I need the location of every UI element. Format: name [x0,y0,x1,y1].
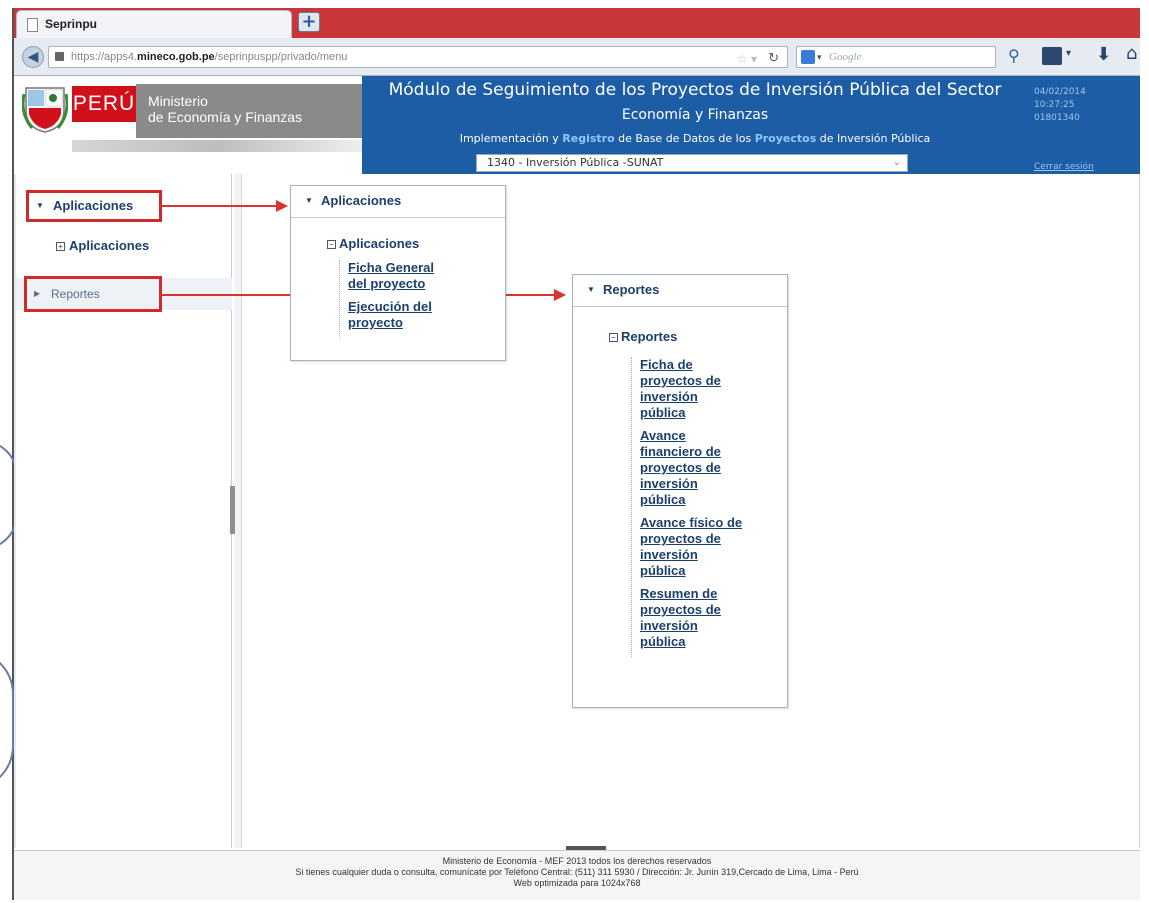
splitter[interactable] [234,174,242,848]
footer-copyright: Ministerio de Economía - MEF 2013 todos … [442,856,712,866]
url-prefix: https://apps4. [71,51,138,63]
link-ficha-general[interactable]: Ficha General del proyecto [348,260,449,292]
footer-contact: Si tienes cualquier duda o consulta, com… [295,867,859,877]
expand-plus-icon: + [56,242,65,251]
logout-link[interactable]: Cerrar sesión [1034,162,1094,172]
reports-panel: ▼ Reportes − Reportes Ficha de proyectos … [572,274,788,708]
apps-panel: ▼ Aplicaciones − Aplicaciones Ficha Gener… [290,185,506,361]
reports-panel-header-label: Reportes [603,282,660,297]
session-time: 10:27:25 [1034,100,1075,110]
annotation-arrow-head [554,289,566,301]
sidebar-apps-header-label: Aplicaciones [53,198,134,213]
tab-title: Seprinpu [45,17,98,31]
engine-dropdown-icon[interactable]: ▾ [817,47,822,67]
reports-group-label: Reportes [621,329,678,344]
implementation-caption: Implementación y Registro de Base de Dat… [364,132,1026,145]
link-avance-fisico[interactable]: Avance físico de proyectos de inversión … [640,515,743,579]
mef-logo: PERÚ Ministerio de Economía y Finanzas [14,76,362,174]
sidebar-item-label: Aplicaciones [69,238,150,253]
collapse-triangle-icon: ▼ [36,201,44,210]
search-engine-icon[interactable] [801,50,815,64]
download-icon[interactable]: ⬇ [1096,44,1111,65]
bookmarks-dropdown-icon[interactable]: ▾ [1066,48,1071,59]
reports-panel-header[interactable]: ▼ Reportes [573,275,787,307]
link-ejecucion[interactable]: Ejecución del proyecto [348,299,449,331]
impl-highlight-1: Registro [562,132,615,145]
bookmark-star-icon[interactable]: ☆ ▾ [737,49,757,69]
browser-navbar: ◀ https://apps4.mineco.gob.pe/seprinpusp… [14,38,1140,76]
apps-group[interactable]: − Aplicaciones [327,236,419,251]
page: Seprinpu + ◀ https://apps4.mineco.gob.pe… [0,0,1149,903]
session-date: 04/02/2014 [1034,87,1086,97]
site-header: PERÚ Ministerio de Economía y Finanzas M… [14,76,1140,174]
sidebar-item-aplicaciones[interactable]: + Aplicaciones [56,238,149,253]
annotation-arrow [506,294,556,296]
expand-triangle-icon: ▶ [34,289,41,298]
ministry-line2: de Economía y Finanzas [148,109,303,125]
ministry-label: Ministerio de Economía y Finanzas [136,84,362,138]
document-icon [27,18,38,32]
annotation-arrow [160,205,278,207]
reports-group[interactable]: − Reportes [609,329,677,344]
annotation-arrow-head [276,200,288,212]
apps-group-label: Aplicaciones [339,236,420,251]
collapse-minus-icon: − [327,240,336,249]
apps-panel-header[interactable]: ▼ Aplicaciones [291,186,505,218]
collapse-minus-icon: − [609,333,618,342]
annotation-arrow [160,294,290,296]
chevron-down-icon: ⌄ [892,157,901,168]
impl-text-3: de Inversión Pública [816,132,931,145]
back-button[interactable]: ◀ [22,46,44,68]
search-field[interactable]: ▾ Google [796,46,996,68]
link-resumen[interactable]: Resumen de proyectos de inversión públic… [640,586,743,650]
impl-text-2: de Base de Datos de los [614,132,755,145]
session-user: 01801340 [1034,113,1080,123]
footer: Ministerio de Economía - MEF 2013 todos … [14,850,1140,900]
impl-highlight-2: Proyectos [754,132,817,145]
sidebar-reports-header[interactable]: ▶ Reportes [24,276,162,312]
sidebar-reports-header-label: Reportes [51,287,100,301]
magnifier-icon[interactable]: ⚲ [1008,46,1020,65]
bookmarks-icon[interactable] [1042,47,1062,65]
reload-icon[interactable]: ↻ [768,48,779,68]
address-bar[interactable]: https://apps4.mineco.gob.pe/seprinpuspp/… [48,46,788,68]
url-domain: mineco.gob.pe [137,51,215,63]
logo-strip [72,140,362,152]
page-title: Módulo de Seguimiento de los Proyectos d… [388,80,1002,100]
country-label: PERÚ [72,86,136,122]
url-path: /seprinpuspp/privado/menu [214,51,348,63]
footer-optimized: Web optimizada para 1024x768 [513,878,641,888]
lock-icon [55,52,64,61]
splitter-handle[interactable] [230,486,235,534]
search-placeholder: Google [829,51,862,63]
link-avance-financiero[interactable]: Avance financiero de proyectos de invers… [640,428,743,508]
sidebar: ▼ Aplicaciones + Aplicaciones ▶ Reportes [16,174,232,848]
new-tab-button[interactable]: + [298,12,320,32]
link-ficha-proyectos[interactable]: Ficha de proyectos de inversión pública [640,357,743,421]
unit-select-value: 1340 - Inversión Pública -SUNAT [487,156,664,169]
home-icon[interactable]: ⌂ [1126,43,1137,64]
collapse-triangle-icon: ▼ [587,285,595,294]
session-info: 04/02/2014 10:27:25 01801340 [1034,86,1086,125]
impl-text-1: Implementación y [459,132,563,145]
sidebar-apps-header[interactable]: ▼ Aplicaciones [26,190,162,222]
apps-panel-header-label: Aplicaciones [321,193,402,208]
ministry-line1: Ministerio [148,93,208,109]
apps-links: Ficha General del proyecto Ejecución del… [339,260,449,338]
collapse-triangle-icon: ▼ [305,196,313,205]
coat-of-arms-icon [22,87,68,133]
unit-select[interactable]: 1340 - Inversión Pública -SUNAT ⌄ [476,154,908,172]
reports-links: Ficha de proyectos de inversión pública … [631,357,743,657]
page-subtitle: Economía y Finanzas [621,107,769,123]
browser-tab[interactable]: Seprinpu [16,10,292,38]
